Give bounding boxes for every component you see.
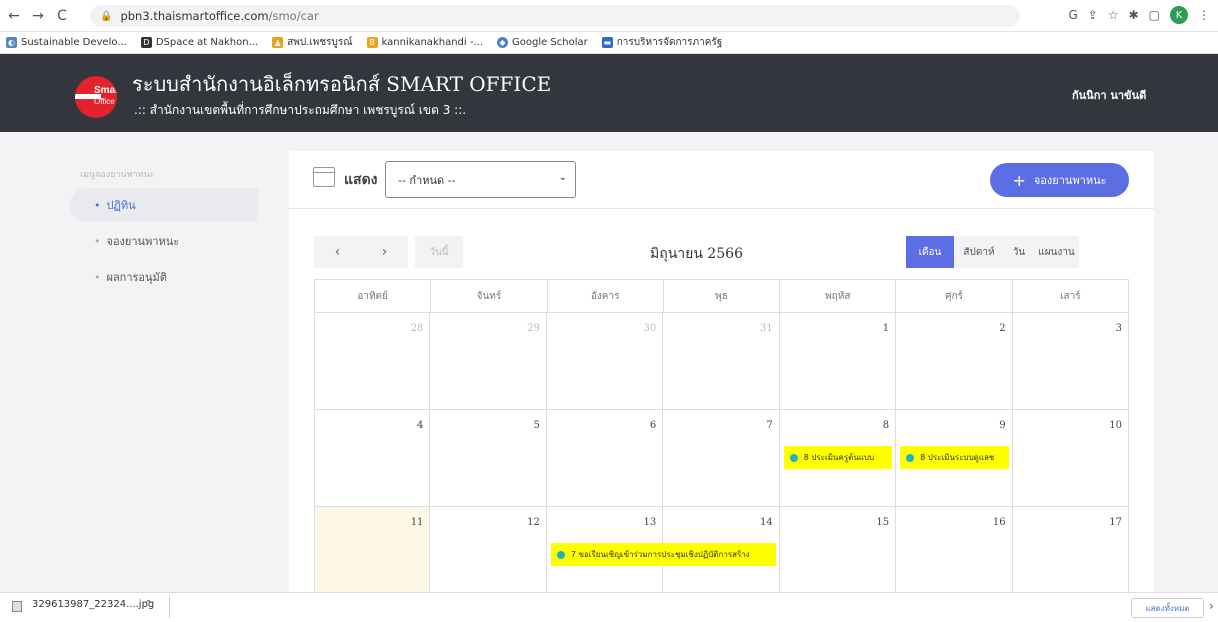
day-cell[interactable]: 3 <box>1012 313 1129 410</box>
weekday-label: พฤหัส <box>779 280 895 312</box>
bookmark-item[interactable]: ◆ Google Scholar <box>496 37 588 48</box>
folder-icon: ▬ <box>601 37 613 48</box>
sidebar-item-approval[interactable]: • ผลการอนุมัติ <box>70 260 258 294</box>
show-label: แสดง <box>344 172 378 188</box>
filter-select[interactable]: -- กำหนด -- ⌄ <box>385 161 576 198</box>
weekday-header: อาทิตย์ จันทร์ อังคาร พุธ พฤหัส ศุกร์ เส… <box>314 279 1129 313</box>
month-grid: 28 29 30 31 1 2 3 4 5 6 7 8 9 10 11 12 13 14 15 16 17 8 ประเม… <box>314 313 1129 604</box>
day-cell[interactable]: 31 <box>663 313 780 410</box>
weekday-label: ศุกร์ <box>895 280 1011 312</box>
tab-day[interactable]: วัน <box>1004 236 1034 268</box>
url-path: /smo/car <box>268 9 319 23</box>
event-dot-icon <box>789 453 798 462</box>
bullet-icon: • <box>94 270 101 284</box>
smart-office-logo[interactable]: Smart Office <box>75 76 117 118</box>
day-cell[interactable]: 28 <box>314 313 431 410</box>
day-cell[interactable]: 16 <box>896 507 1013 604</box>
day-cell[interactable]: 15 <box>779 507 897 604</box>
share-icon[interactable]: ⇪ <box>1088 8 1098 22</box>
day-cell[interactable]: 4 <box>314 410 431 507</box>
bookmark-item[interactable]: ◐ Sustainable Develo... <box>6 37 127 48</box>
address-bar[interactable]: 🔒 pbn3.thaismartoffice.com/smo/car <box>90 5 1020 27</box>
sidebar-heading: เมนูจองยานพาหนะ <box>80 170 155 180</box>
star-icon[interactable]: ☆ <box>1108 8 1119 22</box>
reload-icon[interactable]: C <box>52 8 72 24</box>
obec-icon: ▲ <box>272 37 284 48</box>
download-bar <box>0 592 1218 622</box>
image-file-icon <box>12 601 22 612</box>
bullet-icon: • <box>94 234 101 248</box>
chevron-up-icon[interactable]: ^ <box>144 598 153 611</box>
today-button[interactable]: วันนี้ <box>415 236 463 268</box>
show-all-downloads-button[interactable]: แสดงทั้งหมด <box>1131 598 1204 618</box>
tab-agenda[interactable]: แผนงาน <box>1034 236 1079 268</box>
bookmark-item[interactable]: Bkannikanakhandi -... <box>366 37 483 48</box>
url-host: pbn3.thaismartoffice.com <box>120 9 269 23</box>
calendar-icon <box>313 167 335 187</box>
scholar-icon: ◆ <box>496 37 508 48</box>
weekday-label: พุธ <box>662 280 779 312</box>
weekday-label: เสาร์ <box>1011 280 1128 312</box>
event-title: 7 ขอเรียนเชิญเข้าร่วมการประชุมเชิงปฏิบัต… <box>570 550 750 559</box>
day-cell[interactable]: 30 <box>546 313 664 410</box>
event-dot-icon <box>906 453 915 462</box>
download-filename[interactable]: 329613987_22324....jpg <box>32 599 154 610</box>
extensions-icon[interactable]: ✱ <box>1129 8 1139 22</box>
logo-text-smart: Smart <box>94 85 117 96</box>
sdg-icon: ◐ <box>6 37 17 48</box>
weekday-label: จันทร์ <box>430 280 546 312</box>
site-subtitle: .:: สำนักงานเขตพื้นที่การศึกษาประถมศึกษา… <box>134 103 467 117</box>
weekday-label: อาทิตย์ <box>357 290 388 302</box>
day-cell[interactable]: 17 <box>1012 507 1129 604</box>
bookmark-item[interactable]: ▲ สพป.เพชรบูรณ์ <box>272 35 353 50</box>
tab-month[interactable]: เดือน <box>906 236 954 268</box>
day-cell[interactable]: 10 <box>1012 410 1129 507</box>
browser-actions: G ⇪ ☆ ✱ ▢ K ⋮ <box>1068 6 1210 24</box>
google-icon[interactable]: G <box>1068 8 1077 22</box>
day-cell[interactable]: 12 <box>430 507 547 604</box>
calendar-event[interactable]: 8 ประเมินครูต้นแบบ <box>783 446 893 469</box>
book-vehicle-button[interactable]: + จองยานพาหนะ <box>990 163 1129 197</box>
bookmarks-bar: ◐ Sustainable Develo... D DSpace at Nakhon… <box>0 32 1218 54</box>
day-cell[interactable]: 6 <box>546 410 664 507</box>
weekday-label: อังคาร <box>546 280 663 312</box>
day-cell[interactable]: 1 <box>779 313 897 410</box>
tab-week[interactable]: สัปดาห์ <box>954 236 1004 268</box>
back-icon[interactable]: ← <box>4 8 24 24</box>
forward-icon[interactable]: → <box>28 8 48 24</box>
day-cell[interactable]: 2 <box>896 313 1013 410</box>
day-cell[interactable]: 11 <box>314 507 431 604</box>
bookmark-item[interactable]: ▬ การบริหารจัดการภาครัฐ <box>601 35 722 50</box>
blogger-icon: B <box>366 37 378 48</box>
bookmark-item[interactable]: D DSpace at Nakhon... <box>140 37 258 48</box>
event-dot-icon <box>556 550 565 559</box>
plus-icon: + <box>1012 170 1026 190</box>
day-cell[interactable]: 5 <box>430 410 547 507</box>
calendar-event[interactable]: 8 ประเมินระบบดูแลช <box>900 446 1009 469</box>
sidebar-item-book-vehicle[interactable]: • จองยานพาหนะ <box>70 224 258 258</box>
event-title: 8 ประเมินครูต้นแบบ <box>803 453 875 462</box>
calendar-event[interactable]: 7 ขอเรียนเชิญเข้าร่วมการประชุมเชิงปฏิบัต… <box>550 543 776 566</box>
profile-avatar[interactable]: K <box>1170 6 1188 24</box>
lock-icon: 🔒 <box>100 10 113 22</box>
site-title: ระบบสำนักงานอิเล็กทรอนิกส์ SMART OFFICE <box>132 72 552 96</box>
month-title: มิถุนายน 2566 <box>650 246 743 262</box>
event-title: 8 ประเมินระบบดูแลช <box>920 453 995 462</box>
day-cell[interactable]: 29 <box>430 313 547 410</box>
logo-text-office: Office <box>94 97 115 106</box>
prev-month-button[interactable]: ‹ <box>335 244 341 260</box>
bullet-icon: • <box>94 198 101 212</box>
divider <box>169 596 170 618</box>
dspace-icon: D <box>140 37 152 48</box>
menu-icon[interactable]: ⋮ <box>1198 8 1210 22</box>
calendar-nav: ‹ › <box>314 236 408 268</box>
chevron-down-icon: ⌄ <box>558 172 567 183</box>
user-name[interactable]: กันนิกา นาขันดี <box>1072 86 1146 104</box>
next-month-button[interactable]: › <box>382 244 388 260</box>
view-tabs: เดือน สัปดาห์ วัน แผนงาน <box>906 236 1079 268</box>
sidepanel-icon[interactable]: ▢ <box>1149 8 1160 22</box>
sidebar-item-calendar[interactable]: • ปฏิทิน <box>70 188 258 222</box>
day-cell[interactable]: 7 <box>663 410 780 507</box>
close-icon[interactable]: › <box>1209 599 1214 613</box>
